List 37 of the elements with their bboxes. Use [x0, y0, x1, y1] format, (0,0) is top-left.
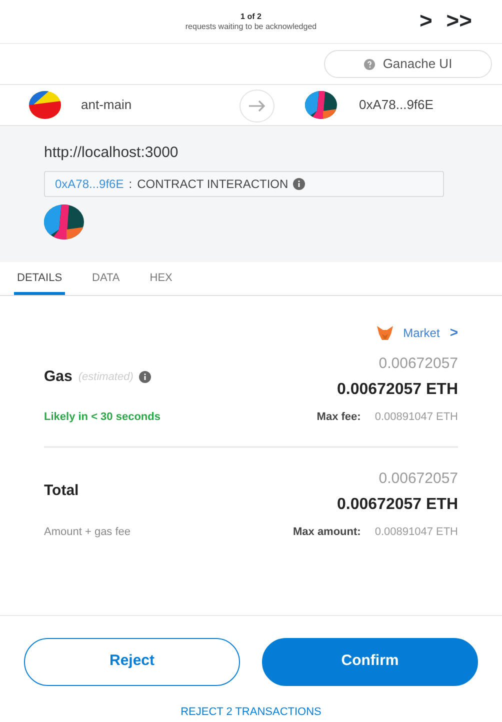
market-link[interactable]: Market >: [377, 322, 458, 343]
fee-amount: 0.00672057: [378, 354, 458, 374]
timing-estimate: Likely in < 30 seconds: [44, 410, 160, 425]
max-value: 0.00891047 ETH: [374, 524, 458, 540]
fee-title: Gas: [44, 366, 72, 387]
fee-amount-eth: 0.00672057 ETH: [337, 380, 458, 400]
fee-amount: 0.00672057: [378, 468, 458, 488]
separator-text: :: [128, 176, 132, 192]
help-icon: [364, 58, 375, 70]
max-value: 0.00891047 ETH: [374, 410, 458, 425]
info-icon: [293, 178, 306, 190]
sender-account[interactable]: ant-main: [81, 95, 132, 115]
tab[interactable]: DATA: [89, 262, 123, 295]
max-label: Max amount:: [292, 524, 361, 540]
reject-button[interactable]: Reject: [24, 638, 240, 686]
fox-icon: [377, 326, 394, 340]
max-label: Max fee:: [316, 410, 361, 425]
fee-title: Total: [44, 481, 79, 502]
last-button[interactable]: >>: [446, 10, 472, 32]
requests-caption: requests waiting to be acknowledged: [185, 22, 317, 32]
avatar-icon: [29, 91, 61, 119]
request-counter: 1 of 2: [240, 12, 262, 22]
network-pill[interactable]: Ganache UI: [324, 50, 492, 78]
origin-url: http://localhost:3000: [44, 143, 178, 163]
fee-caption: Amount + gas fee: [44, 524, 131, 540]
confirm-button[interactable]: Confirm: [262, 638, 478, 686]
recipient-address[interactable]: 0xA78...9f6E: [359, 95, 434, 115]
arrow-right-icon: [239, 89, 275, 123]
next-button[interactable]: >: [419, 10, 432, 32]
contract-address-link[interactable]: 0xA78...9f6E: [55, 174, 124, 192]
tab[interactable]: HEX: [146, 262, 176, 295]
avatar-icon: [305, 91, 337, 119]
method-text: CONTRACT INTERACTION: [137, 176, 288, 192]
tab[interactable]: DETAILS: [14, 262, 66, 295]
avatar-icon: [44, 202, 84, 240]
fee-amount-eth: 0.00672057 ETH: [337, 494, 458, 514]
reject-all-link[interactable]: REJECT 2 TRANSACTIONS: [180, 704, 322, 720]
